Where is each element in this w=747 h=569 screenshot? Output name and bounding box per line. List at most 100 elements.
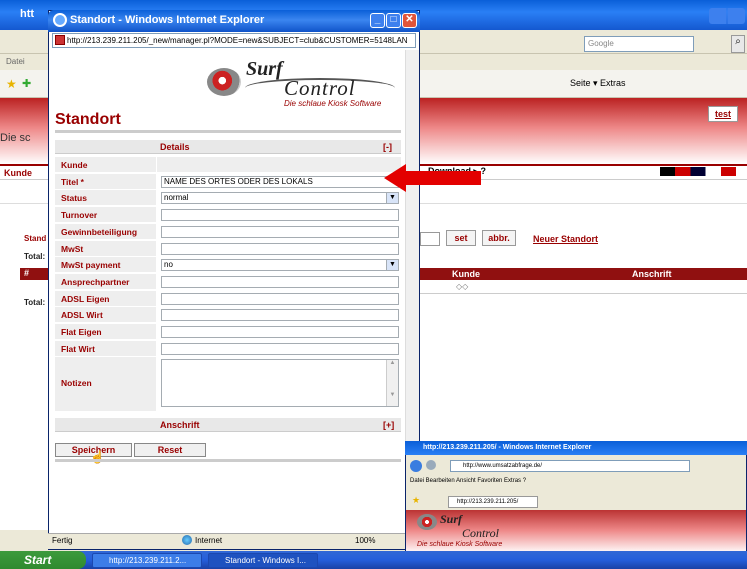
background-table-head-left: # [20, 268, 50, 280]
ie-icon [53, 13, 67, 27]
reset-button[interactable]: Reset [134, 443, 206, 457]
field-input-mwst[interactable] [161, 243, 399, 255]
field-label-status: Status [61, 193, 87, 203]
page-title: Standort [55, 111, 121, 128]
field-label-cell-adsl-eigen: ADSL Eigen [55, 291, 156, 306]
field-input-adsl-wirt[interactable] [161, 309, 399, 321]
background-window-controls[interactable] [709, 8, 745, 24]
field-label-kunde: Kunde [61, 160, 88, 170]
background-toolbar-commands[interactable]: Seite ▾ Extras [570, 78, 626, 89]
details-title: Details [160, 142, 190, 152]
inset-favorites-icon[interactable]: ★ [412, 495, 420, 506]
nav-kunde[interactable]: Kunde [4, 168, 32, 178]
close-button[interactable]: ✕ [402, 13, 417, 28]
internet-globe-icon [182, 535, 192, 545]
field-label-cell-kunde: Kunde [55, 157, 156, 172]
minimize-button[interactable]: _ [370, 13, 385, 28]
scroll-up-icon[interactable]: ▲ [387, 360, 398, 366]
inset-logo-surf: Surf [440, 512, 463, 526]
field-input-ansprechpartner[interactable] [161, 276, 399, 288]
notizen-label: Notizen [61, 378, 92, 388]
favorites-star-icon[interactable]: ★ [6, 77, 17, 91]
inset-back-icon[interactable] [410, 460, 422, 472]
field-input-titel[interactable]: NAME DES ORTES ODER DES LOKALS [161, 176, 399, 188]
taskbar-item-2[interactable]: Standort - Windows I... [208, 553, 318, 568]
chevron-down-icon[interactable]: ▼ [386, 260, 398, 270]
status-zone: Internet [195, 536, 223, 545]
inset-forward-icon[interactable] [426, 460, 436, 470]
field-label-gewinnbeteiligung: Gewinnbeteiligung [61, 227, 138, 237]
notizen-textarea[interactable] [161, 359, 399, 407]
popup-address-field[interactable]: http://213.239.211.205/_new/manager.pl?M… [52, 33, 416, 48]
inset-tab[interactable]: http://213.239.211.205/ [448, 496, 538, 508]
menu-datei[interactable]: Datei [6, 57, 25, 66]
neuer-standort-link[interactable]: Neuer Standort [533, 234, 598, 244]
annotation-arrow-head [384, 164, 406, 192]
field-label-flat-eigen: Flat Eigen [61, 327, 102, 337]
notizen-scrollbar[interactable]: ▲ ▼ [386, 360, 398, 406]
field-input-turnover[interactable] [161, 209, 399, 221]
popup-title: Standort - Windows Internet Explorer [70, 14, 265, 26]
anschrift-toggle[interactable]: [+] [383, 420, 394, 430]
background-standort-input[interactable] [420, 232, 440, 246]
field-label-adsl-eigen: ADSL Eigen [61, 294, 110, 304]
field-label-cell-adsl-wirt: ADSL Wirt [55, 307, 156, 322]
details-toggle[interactable]: [-] [383, 142, 392, 152]
field-label-adsl-wirt: ADSL Wirt [61, 310, 103, 320]
table-header-anschrift[interactable]: Anschrift [632, 269, 672, 279]
chevron-down-icon[interactable]: ▼ [386, 193, 398, 203]
inset-title-bar[interactable]: http://213.239.211.205/ - Windows Intern… [405, 441, 747, 455]
field-label-cell-turnover: Turnover [55, 207, 156, 222]
field-label-cell-ansprechpartner: Ansprechpartner [55, 274, 156, 289]
field-label-cell-titel: Titel * [55, 174, 156, 189]
background-hash-label: # [24, 268, 30, 278]
background-total-label: Total: [24, 252, 46, 261]
field-label-cell-flat-wirt: Flat Wirt [55, 341, 156, 356]
inset-logo-control: Control [462, 526, 499, 540]
logo-surf: Surf [246, 58, 283, 80]
search-icon[interactable]: ⌕ [731, 35, 745, 53]
field-label-flat-wirt: Flat Wirt [61, 344, 95, 354]
bottom-divider [55, 459, 401, 462]
taskbar-item-1[interactable]: http://213.239.211.2... [92, 553, 202, 568]
field-label-ansprechpartner: Ansprechpartner [61, 277, 130, 287]
background-stand-label: Stand [24, 234, 47, 243]
background-title: htt [20, 8, 35, 20]
page-icon [55, 35, 65, 45]
field-label-mwst-payment: MwSt payment [61, 260, 121, 270]
field-value-kunde [157, 157, 401, 172]
details-section-header[interactable]: Details [-] [55, 140, 401, 154]
inset-menu-bar[interactable]: Datei Bearbeiten Ansicht Favoriten Extra… [410, 478, 526, 484]
notizen-label-cell: Notizen [55, 357, 156, 411]
test-button[interactable]: test [708, 106, 738, 122]
field-label-cell-gewinnbeteiligung: Gewinnbeteiligung [55, 224, 156, 239]
inset-address-field[interactable]: http://www.umsatzabfrage.de/ [450, 460, 690, 472]
table-row [420, 280, 747, 294]
field-input-status[interactable]: normal [161, 192, 399, 204]
field-label-mwst: MwSt [61, 244, 84, 254]
table-header-kunde[interactable]: Kunde [452, 269, 480, 279]
field-input-gewinnbeteiligung[interactable] [161, 226, 399, 238]
set-button[interactable]: set [446, 230, 476, 246]
anschrift-section-header[interactable]: Anschrift [+] [55, 418, 401, 432]
field-label-cell-mwst-payment: MwSt payment [55, 257, 156, 272]
abbr-button[interactable]: abbr. [482, 230, 516, 246]
maximize-button[interactable]: □ [386, 13, 401, 28]
scroll-down-icon[interactable]: ▼ [387, 392, 398, 398]
annotation-arrow-body [405, 171, 481, 185]
field-label-cell-status: Status [55, 190, 156, 205]
status-text: Fertig [52, 536, 73, 545]
field-input-flat-wirt[interactable] [161, 343, 399, 355]
field-input-adsl-eigen[interactable] [161, 293, 399, 305]
background-search-input[interactable]: Google [584, 36, 694, 52]
logo-control: Control [284, 76, 356, 100]
table-cell-icon[interactable]: ◇◇ [456, 282, 468, 291]
field-input-flat-eigen[interactable] [161, 326, 399, 338]
field-input-mwst-payment[interactable]: no [161, 259, 399, 271]
start-button[interactable]: Start [0, 551, 86, 569]
add-favorite-icon[interactable]: ✚ [22, 77, 31, 90]
field-label-cell-flat-eigen: Flat Eigen [55, 324, 156, 339]
logo-icon [207, 68, 241, 96]
zoom-level[interactable]: 100% [355, 536, 375, 545]
language-flags[interactable] [660, 167, 736, 176]
